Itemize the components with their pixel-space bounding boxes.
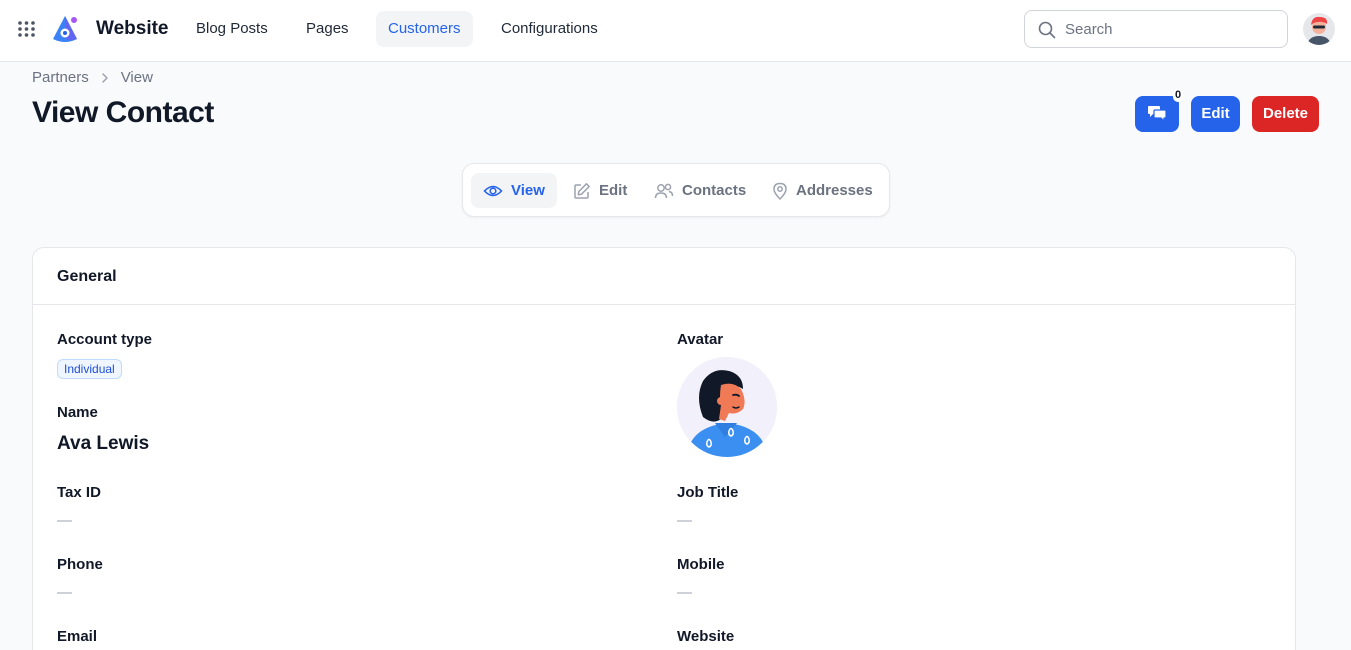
tab-addresses-label: Addresses: [796, 182, 873, 199]
phone-label: Phone: [57, 556, 103, 573]
website-label: Website: [677, 628, 735, 645]
job-title-label: Job Title: [677, 484, 739, 501]
chevron-right-icon: [101, 72, 108, 83]
general-section: General Account type Individual Name Ava…: [32, 247, 1296, 650]
mobile-label: Mobile: [677, 556, 725, 573]
pencil-icon: [574, 182, 590, 199]
section-title: General: [33, 248, 1295, 305]
map-pin-icon: [773, 182, 787, 200]
brand-name[interactable]: Website: [96, 18, 169, 40]
comments-count-badge: 0: [1173, 89, 1184, 102]
tax-id-value: —: [57, 512, 72, 529]
breadcrumb: Partners View: [32, 69, 153, 86]
tab-contacts[interactable]: Contacts: [642, 173, 758, 208]
page-title: View Contact: [32, 96, 214, 129]
breadcrumb-partners[interactable]: Partners: [32, 69, 89, 86]
contact-avatar: [677, 357, 777, 457]
users-icon: [654, 183, 674, 198]
tab-addresses[interactable]: Addresses: [760, 173, 885, 208]
tax-id-label: Tax ID: [57, 484, 101, 501]
breadcrumb-current: View: [120, 69, 153, 86]
tab-edit[interactable]: Edit: [561, 173, 639, 208]
record-tabs: View Edit Contacts Addresses: [462, 163, 890, 217]
nav-blog-posts[interactable]: Blog Posts: [184, 11, 280, 47]
edit-button[interactable]: Edit: [1191, 96, 1240, 132]
top-navbar: Website Blog Posts Pages Customers Confi…: [0, 0, 1351, 62]
nav-pages[interactable]: Pages: [294, 11, 361, 47]
nav-configurations[interactable]: Configurations: [489, 11, 610, 47]
app-grid-icon[interactable]: [17, 19, 37, 39]
comments-button[interactable]: [1135, 96, 1179, 132]
tab-view-label: View: [511, 182, 545, 199]
nav-customers[interactable]: Customers: [376, 11, 473, 47]
account-type-label: Account type: [57, 331, 153, 348]
search-icon: [1038, 21, 1056, 39]
tab-view[interactable]: View: [471, 173, 557, 208]
tab-contacts-label: Contacts: [682, 182, 747, 199]
email-label: Email: [57, 628, 98, 645]
job-title-value: —: [677, 512, 692, 529]
eye-icon: [483, 185, 503, 196]
mobile-value: —: [677, 584, 692, 601]
phone-value: —: [57, 584, 72, 601]
search-input[interactable]: [1065, 17, 1275, 41]
avatar-label: Avatar: [677, 331, 724, 348]
delete-button[interactable]: Delete: [1252, 96, 1319, 132]
user-avatar[interactable]: [1303, 13, 1335, 45]
brand-logo-icon[interactable]: [50, 14, 80, 44]
chat-bubbles-icon: [1148, 106, 1167, 123]
name-value: Ava Lewis: [57, 433, 150, 454]
global-search[interactable]: [1024, 10, 1288, 48]
account-type-badge: Individual: [57, 359, 122, 379]
name-label: Name: [57, 404, 98, 421]
tab-edit-label: Edit: [599, 182, 628, 199]
